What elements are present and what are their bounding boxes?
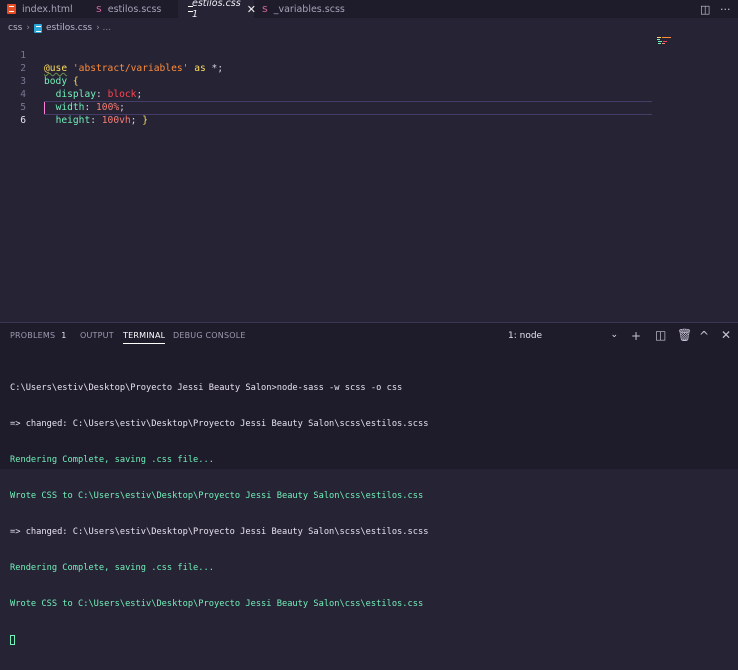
code-line: 5 height: 100vh; } bbox=[0, 88, 148, 126]
bottom-panel: PROBLEMS 1 OUTPUT TERMINAL DEBUG CONSOLE … bbox=[0, 322, 738, 645]
code-line: 2 body { bbox=[0, 49, 78, 87]
tab-estilos-css[interactable]: estilos.css 1 ✕ bbox=[178, 0, 256, 20]
terminal-line: Wrote CSS to C:\Users\estiv\Desktop\Proy… bbox=[10, 599, 424, 609]
sass-icon: ꜱ bbox=[262, 2, 268, 15]
tab-label: estilos.css 1 bbox=[192, 0, 241, 20]
tab-debug-console[interactable]: DEBUG CONSOLE bbox=[173, 331, 246, 340]
close-panel-icon[interactable]: ✕ bbox=[721, 328, 731, 342]
code-line: 4 width: 100%; bbox=[0, 75, 125, 113]
code-line: 1 @use 'abstract/variables' as *; bbox=[0, 36, 223, 74]
breadcrumb-more[interactable]: › ... bbox=[96, 23, 111, 33]
terminal-line: => changed: C:\Users\estiv\Desktop\Proye… bbox=[10, 419, 429, 429]
tab-problems[interactable]: PROBLEMS 1 bbox=[10, 331, 67, 340]
tab-terminal[interactable]: TERMINAL bbox=[123, 331, 166, 344]
add-terminal-icon[interactable]: + bbox=[631, 329, 641, 343]
tab-label: estilos.scss bbox=[107, 3, 162, 15]
breadcrumb-folder[interactable]: css bbox=[8, 23, 22, 33]
terminal-cursor bbox=[10, 634, 15, 645]
more-actions-icon[interactable]: ··· bbox=[720, 2, 731, 16]
terminal-output[interactable]: C:\Users\estiv\Desktop\Proyecto Jessi Be… bbox=[10, 358, 428, 670]
trash-icon[interactable]: 🗑 bbox=[677, 328, 692, 342]
text-cursor bbox=[44, 102, 45, 114]
terminal-line: Rendering Complete, saving .css file... bbox=[10, 563, 214, 573]
tab-label: _variables.scss bbox=[273, 3, 345, 15]
css3-icon bbox=[33, 23, 42, 33]
minimap[interactable] bbox=[657, 36, 681, 46]
current-line-highlight bbox=[44, 101, 652, 115]
chevron-down-icon: ⌄ bbox=[610, 330, 618, 340]
html5-icon bbox=[7, 4, 16, 14]
terminal-line: Rendering Complete, saving .css file... bbox=[10, 455, 214, 465]
tab-variables-scss[interactable]: ꜱ _variables.scss bbox=[254, 0, 354, 18]
breadcrumb: css › estilos.css › ... bbox=[8, 21, 111, 35]
split-terminal-icon[interactable]: ◫ bbox=[655, 328, 666, 342]
tab-estilos-scss[interactable]: ꜱ estilos.scss bbox=[88, 0, 178, 18]
sass-icon: ꜱ bbox=[96, 2, 102, 15]
terminal-line: C:\Users\estiv\Desktop\Proyecto Jessi Be… bbox=[10, 383, 403, 393]
terminal-line: Wrote CSS to C:\Users\estiv\Desktop\Proy… bbox=[10, 491, 424, 501]
chevron-right-icon: › bbox=[26, 23, 30, 33]
chevron-up-icon[interactable]: ^ bbox=[699, 329, 709, 343]
editor-tab-bar: index.html ꜱ estilos.scss estilos.css 1 … bbox=[0, 0, 738, 20]
split-editor-icon[interactable]: ◫ bbox=[700, 2, 710, 16]
code-line: 6 bbox=[0, 101, 26, 126]
tab-label: index.html bbox=[22, 3, 73, 15]
problems-count-badge: 1 bbox=[61, 331, 67, 340]
breadcrumb-file[interactable]: estilos.css bbox=[46, 23, 92, 33]
code-editor[interactable]: 1 @use 'abstract/variables' as *; 2 body… bbox=[0, 36, 652, 322]
tab-output[interactable]: OUTPUT bbox=[80, 331, 114, 340]
tab-index-html[interactable]: index.html bbox=[0, 0, 88, 18]
code-line: 3 display: block; bbox=[0, 62, 142, 100]
line-number: 6 bbox=[20, 115, 26, 126]
terminal-line: => changed: C:\Users\estiv\Desktop\Proye… bbox=[10, 527, 429, 537]
terminal-select-dropdown[interactable]: 1: node ⌄ bbox=[508, 330, 618, 341]
